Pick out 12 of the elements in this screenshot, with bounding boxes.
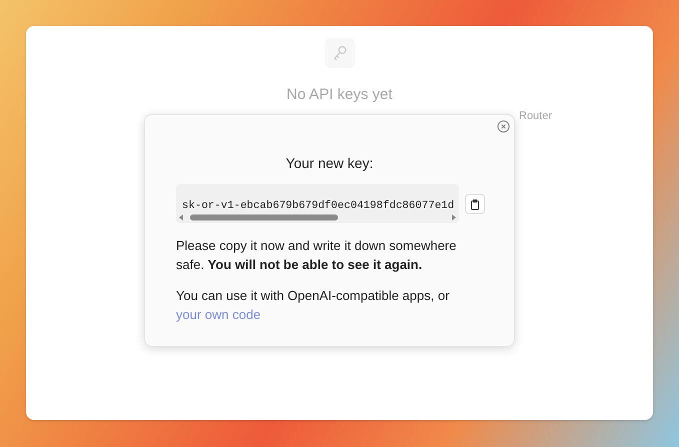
warning-text: Please copy it now and write it down somewhere safe. You will not be able to see it again. [176,237,458,274]
subtitle-text: Router [519,109,552,124]
usage-text: You can use it with OpenAI-compatible apps, or your own code [176,287,450,324]
dialog-heading: Your new key: [284,154,374,173]
key-icon [324,38,354,68]
close-button[interactable] [496,119,510,133]
api-key-text: sk-or-v1-ebcab679b679df0ec04198fdc86077e1d [182,200,454,212]
clipboard-icon [470,198,480,210]
empty-state-title: No API keys yet [286,85,392,105]
copy-button[interactable] [465,194,485,214]
own-code-link[interactable]: your own code [176,307,261,322]
horizontal-scrollbar[interactable] [178,213,457,222]
